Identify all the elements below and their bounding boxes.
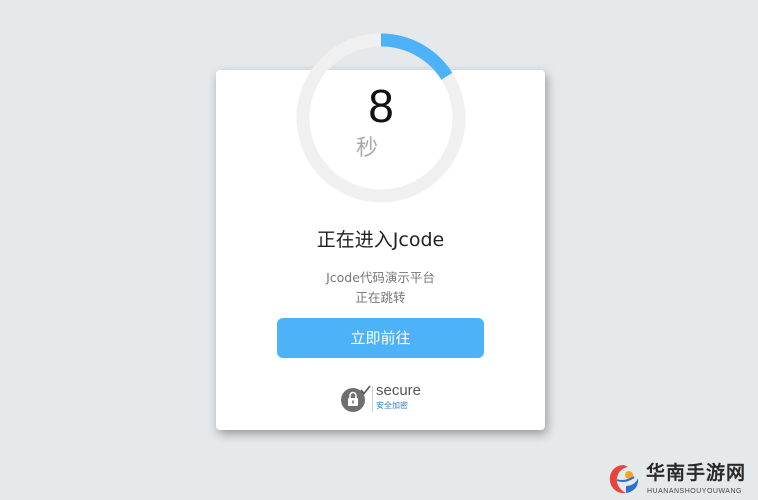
countdown-seconds: 8 <box>368 80 394 132</box>
description-line-1: Jcode代码演示平台 <box>326 270 435 285</box>
secure-title: secure <box>376 382 422 399</box>
page-title: 正在进入Jcode <box>316 229 445 251</box>
huanan-logo-icon <box>609 465 639 494</box>
site-watermark: 华南手游网 HUANANSHOUYOUWANG <box>606 460 756 498</box>
countdown-unit: 秒 <box>355 136 378 161</box>
page: 8 秒 正在进入Jcode Jcode代码演示平台 正在跳转 立即前往 secu… <box>0 0 758 500</box>
lock-icon <box>341 385 371 412</box>
secure-subtitle: 安全加密 <box>376 401 408 410</box>
secure-badge: secure 安全加密 <box>340 382 430 414</box>
watermark-name: 华南手游网 <box>646 462 747 484</box>
go-now-button[interactable]: 立即前往 <box>277 318 484 358</box>
secure-divider <box>372 386 373 412</box>
description-line-2: 正在跳转 <box>355 290 406 305</box>
watermark-pinyin: HUANANSHOUYOUWANG <box>647 488 742 495</box>
